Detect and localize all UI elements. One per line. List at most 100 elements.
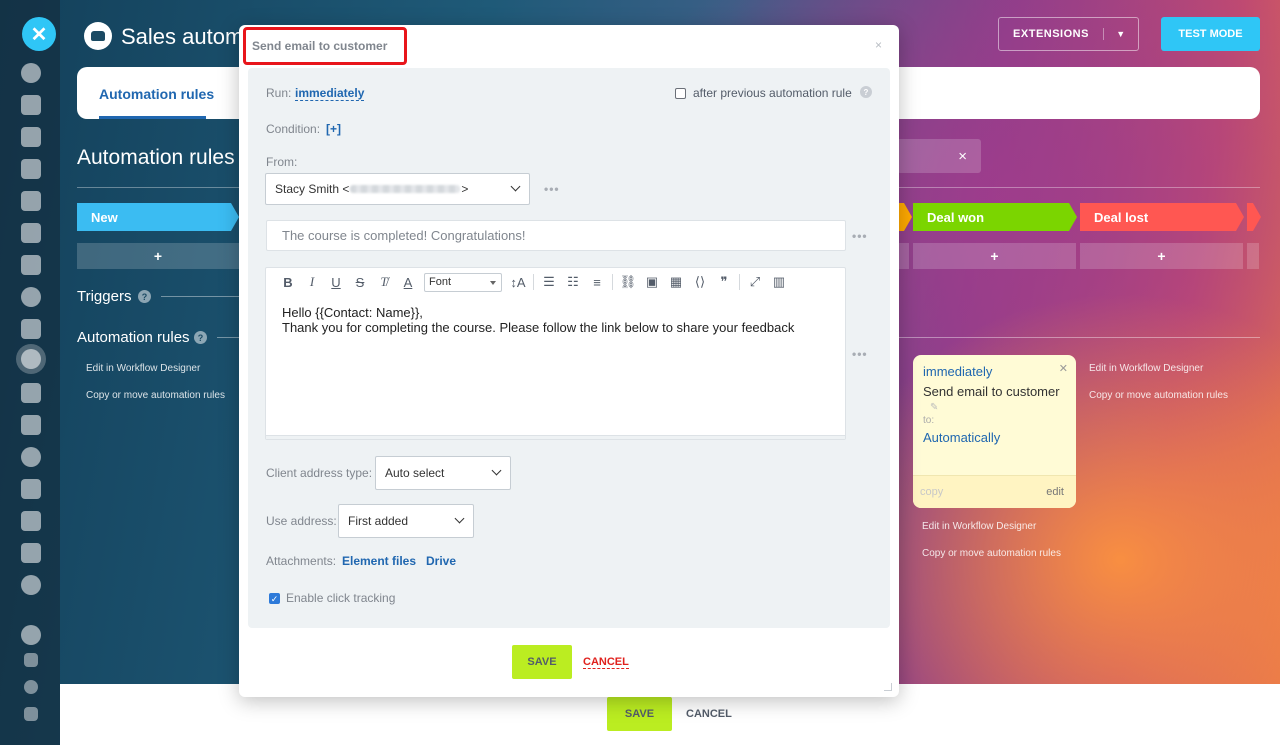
clear-format-icon[interactable]: T̸: [372, 272, 396, 292]
id-card-icon[interactable]: [21, 479, 41, 499]
text-color-icon[interactable]: A: [396, 272, 420, 292]
body-line: Thank you for completing the course. Ple…: [282, 320, 795, 335]
font-size-icon[interactable]: ↕A: [506, 272, 530, 292]
stage-deal-lost[interactable]: Deal lost: [1080, 203, 1244, 231]
italic-icon[interactable]: I: [300, 272, 324, 292]
editor-content[interactable]: Hello {{Contact: Name}}, Thank you for c…: [282, 305, 794, 335]
target-icon[interactable]: [21, 447, 41, 467]
edit-in-workflow-designer-link[interactable]: Edit in Workflow Designer: [1089, 363, 1203, 374]
code-icon[interactable]: ⟨⟩: [688, 272, 712, 292]
bold-icon[interactable]: B: [276, 272, 300, 292]
automation-rule-card[interactable]: immediately ✕ Send email to customer ✎ t…: [913, 355, 1076, 508]
pencil-icon[interactable]: ✎: [930, 402, 938, 413]
chat-icon[interactable]: [21, 127, 41, 147]
copy-or-move-rules-link[interactable]: Copy or move automation rules: [1089, 390, 1228, 401]
checklist-icon[interactable]: [21, 319, 41, 339]
element-files-link[interactable]: Element files: [342, 554, 416, 568]
click-tracking-checkbox[interactable]: ✓: [269, 593, 280, 604]
editor-resize-bar[interactable]: [266, 435, 845, 439]
extensions-button[interactable]: EXTENSIONS ▼: [998, 17, 1139, 51]
from-name: Stacy Smith <: [275, 182, 350, 196]
documents-icon[interactable]: [21, 191, 41, 211]
add-rule-button-partial: [899, 243, 909, 269]
subject-input[interactable]: The course is completed! Congratulations…: [266, 220, 846, 251]
attachments-label: Attachments:: [266, 554, 337, 568]
add-rule-button[interactable]: +: [77, 243, 239, 269]
underline-icon[interactable]: U: [324, 272, 348, 292]
cancel-button[interactable]: CANCEL: [583, 656, 629, 669]
rule-to-value: Automatically: [923, 430, 1001, 445]
feed-icon[interactable]: [21, 63, 41, 83]
sitemap-icon[interactable]: [24, 653, 38, 667]
clear-icon[interactable]: ×: [958, 148, 967, 165]
cart-icon[interactable]: [21, 415, 41, 435]
robot-logo-icon: [84, 22, 112, 50]
align-icon[interactable]: ≡: [585, 272, 609, 292]
copy-or-move-rules-link[interactable]: Copy or move automation rules: [922, 548, 1061, 559]
more-options-icon[interactable]: •••: [544, 182, 560, 196]
add-rule-button-won[interactable]: +: [913, 243, 1076, 269]
search-input[interactable]: ×: [897, 139, 981, 173]
source-view-icon[interactable]: ▥: [767, 272, 791, 292]
run-value-link[interactable]: immediately: [295, 86, 365, 101]
help-icon[interactable]: ?: [860, 86, 872, 98]
email-body-editor[interactable]: B I U S T̸ A Font ↕A ☰ ☷ ≡ ⛓ ▣ ▦ ⟨⟩ ❞ ⤢ …: [265, 267, 846, 440]
client-address-type-select[interactable]: Auto select: [375, 456, 511, 490]
more-icon[interactable]: [21, 575, 41, 595]
add-condition-button[interactable]: [+]: [326, 122, 341, 136]
copy-link[interactable]: copy: [920, 486, 943, 498]
tab-automation-rules[interactable]: Automation rules: [99, 86, 214, 102]
rule-when[interactable]: immediately: [923, 364, 992, 379]
stage-deal-won[interactable]: Deal won: [913, 203, 1077, 231]
bank-icon[interactable]: [21, 383, 41, 403]
edit-link[interactable]: edit: [1046, 486, 1064, 498]
strikethrough-icon[interactable]: S: [348, 272, 372, 292]
mail-icon[interactable]: [21, 255, 41, 275]
filter-icon[interactable]: [21, 349, 41, 369]
add-rule-button-lost[interactable]: +: [1080, 243, 1243, 269]
more-options-icon[interactable]: •••: [852, 229, 868, 243]
help-icon[interactable]: ?: [194, 331, 207, 344]
active-tab-underline: [99, 116, 206, 119]
use-address-select[interactable]: First added: [338, 504, 474, 538]
stage-new[interactable]: New: [77, 203, 239, 231]
from-select[interactable]: Stacy Smith < >: [265, 173, 530, 205]
link-icon[interactable]: ⛓: [616, 272, 640, 292]
edit-in-workflow-designer-link[interactable]: Edit in Workflow Designer: [86, 363, 200, 374]
test-mode-button[interactable]: TEST MODE: [1161, 17, 1260, 51]
save-button[interactable]: SAVE: [512, 645, 572, 679]
redacted-email: [350, 185, 461, 193]
save-button[interactable]: SAVE: [607, 697, 672, 731]
help-icon[interactable]: [21, 625, 41, 645]
body-line: Hello {{Contact: Name}},: [282, 305, 423, 320]
font-select[interactable]: Font: [424, 272, 502, 292]
chevron-down-icon: [454, 513, 465, 524]
plus-icon[interactable]: [24, 707, 38, 721]
close-icon[interactable]: ✕: [1059, 362, 1068, 375]
add-rule-button-partial-right: [1247, 243, 1259, 269]
robot-icon[interactable]: [21, 511, 41, 531]
chevron-down-icon[interactable]: ▼: [1104, 29, 1138, 39]
after-previous-checkbox[interactable]: [675, 88, 686, 99]
tasks-icon[interactable]: [21, 95, 41, 115]
numbered-list-icon[interactable]: ☰: [537, 272, 561, 292]
cancel-button[interactable]: CANCEL: [686, 708, 732, 720]
close-icon[interactable]: ×: [875, 38, 882, 52]
box-icon[interactable]: [21, 543, 41, 563]
copy-or-move-rules-link[interactable]: Copy or move automation rules: [86, 390, 225, 401]
quote-icon[interactable]: ❞: [712, 272, 736, 292]
help-icon[interactable]: ?: [138, 290, 151, 303]
drive-icon[interactable]: [21, 223, 41, 243]
contacts-icon[interactable]: [21, 287, 41, 307]
more-options-icon[interactable]: •••: [852, 347, 868, 361]
drive-link[interactable]: Drive: [426, 554, 456, 568]
edit-in-workflow-designer-link[interactable]: Edit in Workflow Designer: [922, 521, 1036, 532]
fullscreen-icon[interactable]: ⤢: [743, 272, 767, 292]
image-icon[interactable]: ▣: [640, 272, 664, 292]
calendar-icon[interactable]: [21, 159, 41, 179]
close-slider-button[interactable]: ✕: [22, 17, 56, 51]
gear-icon[interactable]: [24, 680, 38, 694]
table-icon[interactable]: ▦: [664, 272, 688, 292]
resize-handle[interactable]: [884, 683, 892, 691]
bulleted-list-icon[interactable]: ☷: [561, 272, 585, 292]
